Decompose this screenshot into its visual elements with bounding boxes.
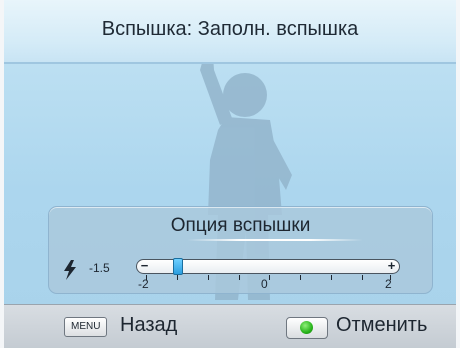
flash-option-panel: Опция вспышки -1.5 − + -2 0 2 xyxy=(48,206,433,294)
title-bar: Вспышка: Заполн. вспышка xyxy=(4,0,456,64)
scale-mid-label: 0 xyxy=(261,277,268,291)
back-label[interactable]: Назад xyxy=(120,314,177,337)
tick xyxy=(208,275,209,280)
current-value: -1.5 xyxy=(89,261,110,275)
panel-title: Опция вспышки xyxy=(170,215,311,236)
minus-icon: − xyxy=(140,258,149,273)
tick xyxy=(331,275,332,280)
tick xyxy=(177,275,178,280)
menu-button[interactable]: MENU xyxy=(64,317,108,337)
panel-divider xyxy=(187,239,363,241)
plus-icon: + xyxy=(387,258,396,273)
exposure-slider[interactable]: − + xyxy=(136,258,400,280)
flash-bolt-icon xyxy=(64,260,76,280)
tick xyxy=(362,275,363,280)
scale-min-label: -2 xyxy=(138,277,149,291)
slider-thumb[interactable] xyxy=(172,258,183,275)
green-dot-icon xyxy=(300,321,313,334)
scale-max-label: 2 xyxy=(385,277,392,291)
camera-screen: Вспышка: Заполн. вспышка Опция вспышки -… xyxy=(0,0,460,348)
page-title: Вспышка: Заполн. вспышка xyxy=(101,18,359,40)
tick xyxy=(269,275,270,280)
tick xyxy=(239,275,240,280)
tick xyxy=(300,275,301,280)
bottom-bar: MENU Назад Отменить xyxy=(4,304,456,348)
cancel-label[interactable]: Отменить xyxy=(336,314,427,337)
ok-button[interactable] xyxy=(286,317,328,339)
